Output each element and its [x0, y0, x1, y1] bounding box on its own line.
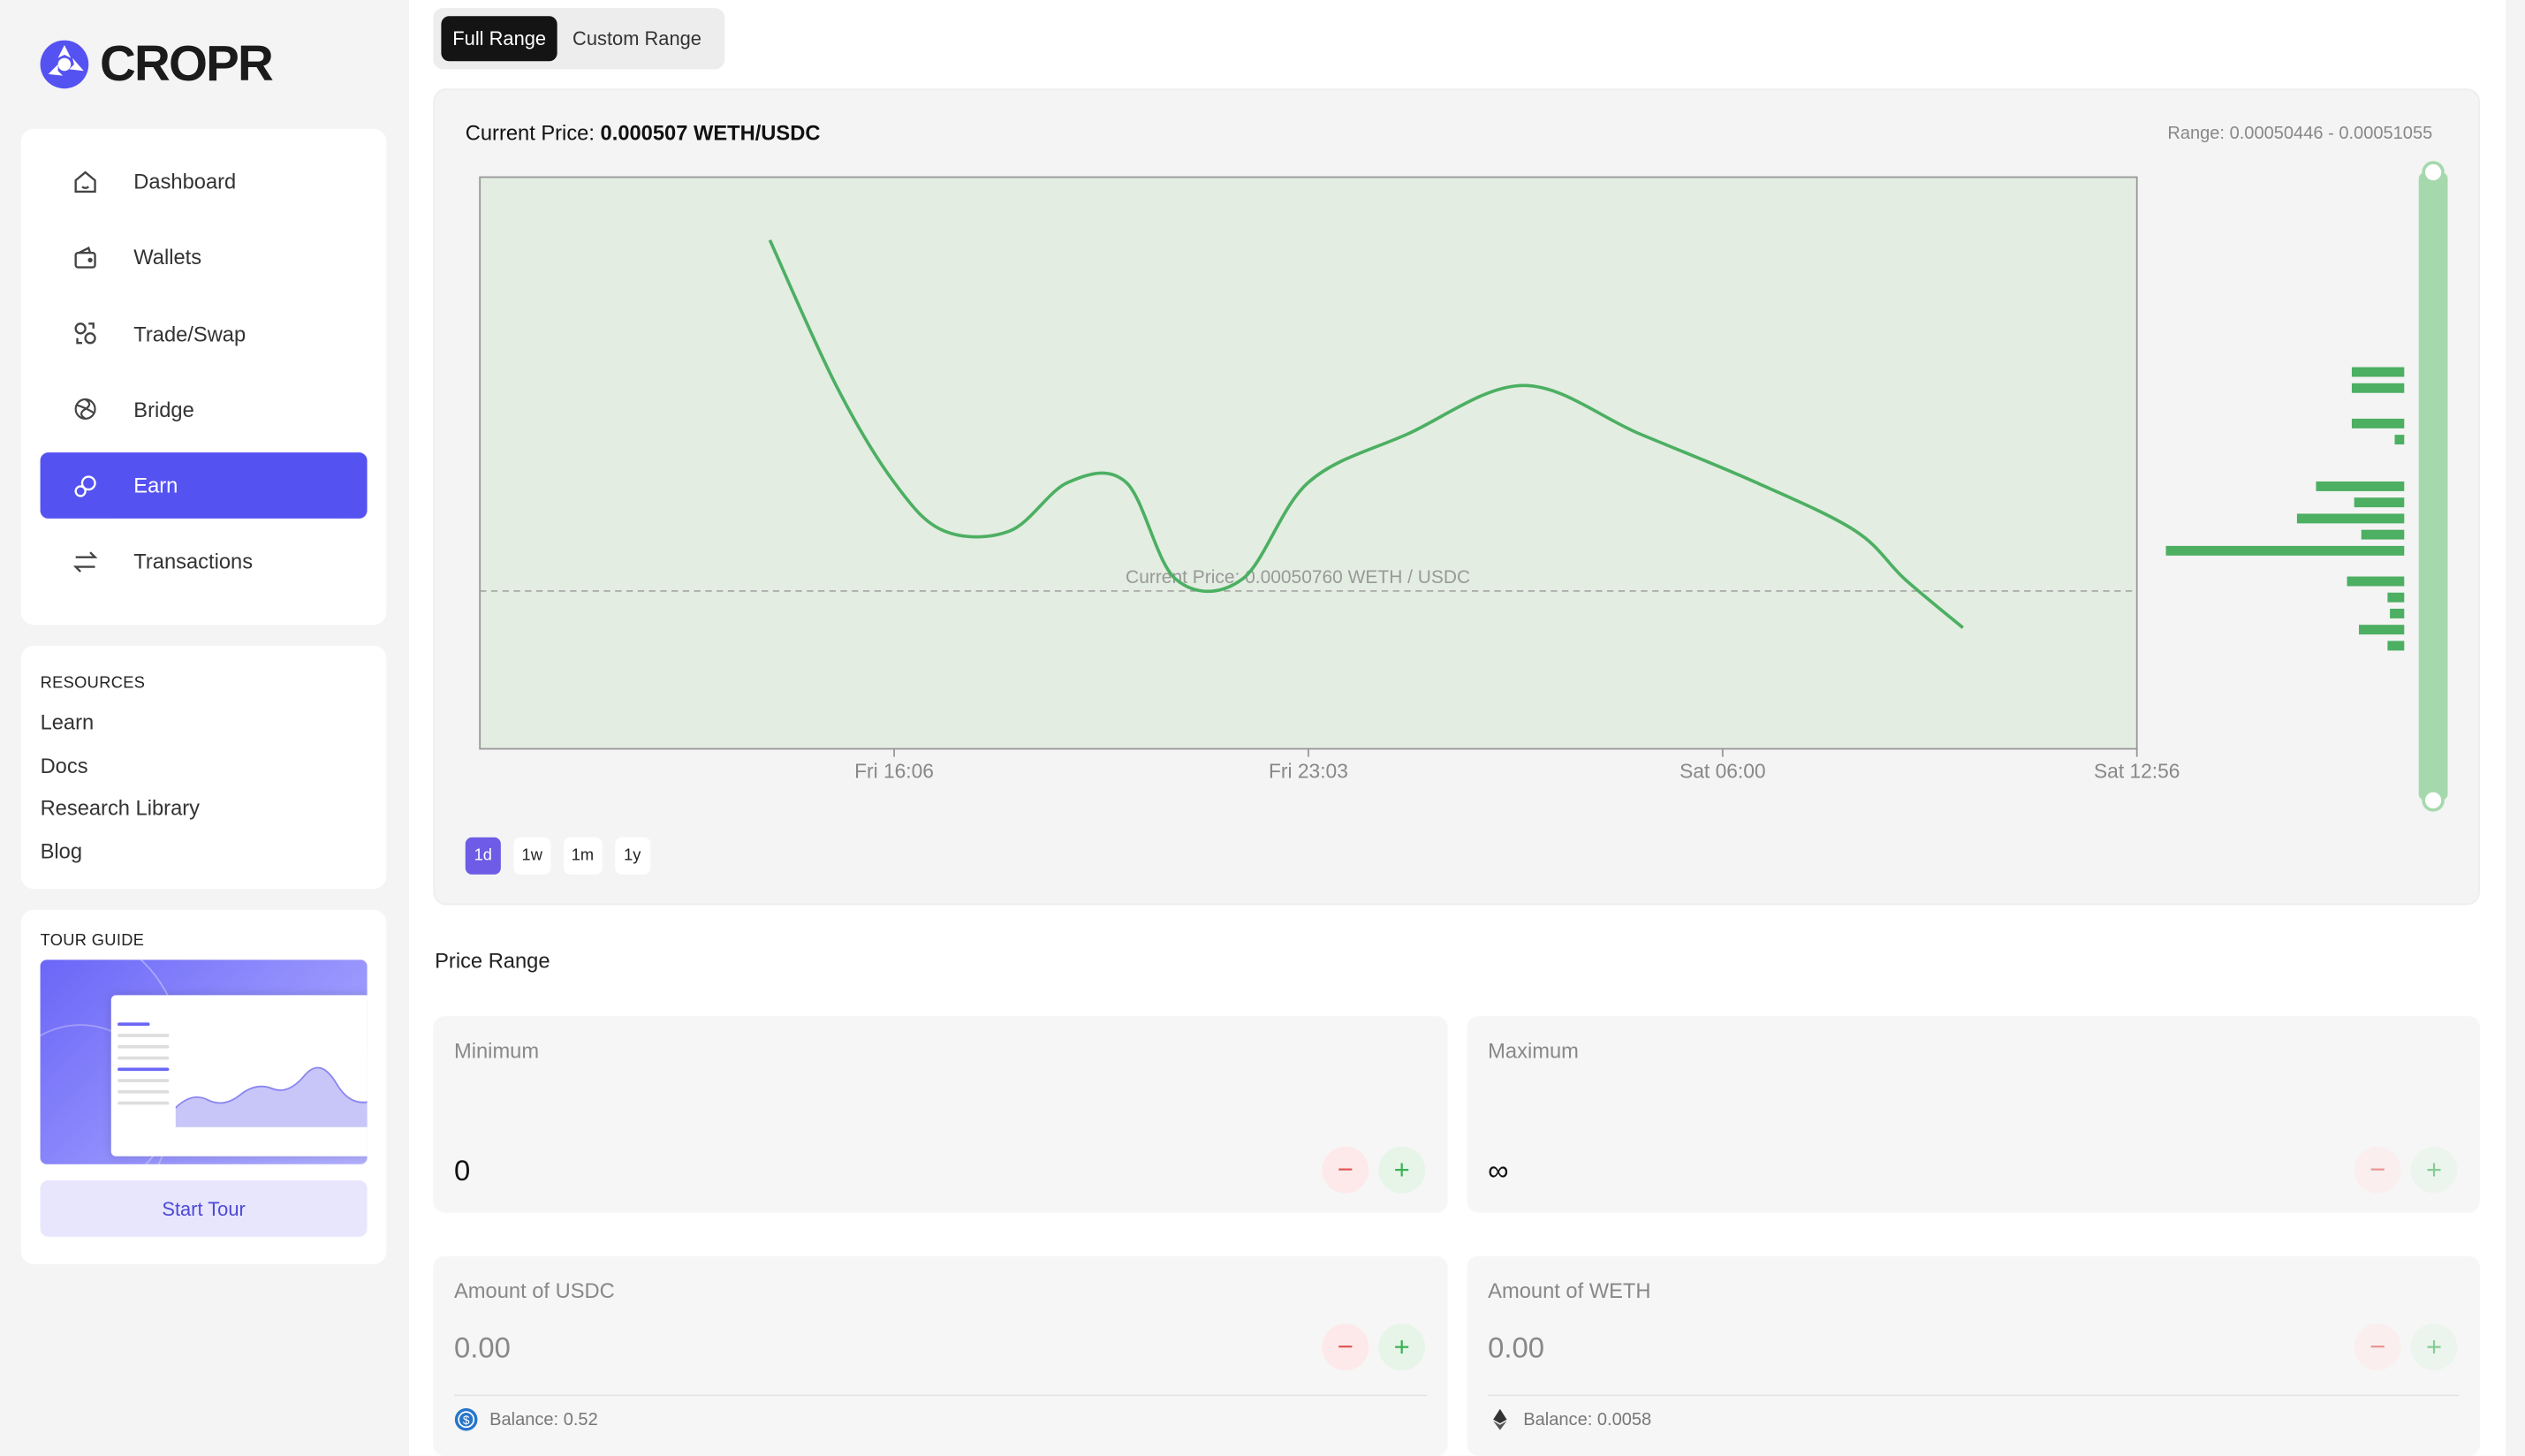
transactions-icon — [69, 546, 101, 578]
period-1y[interactable]: 1y — [614, 837, 650, 875]
maximum-label: Maximum — [1488, 1038, 1579, 1063]
minimum-increase-button[interactable]: + — [1378, 1146, 1426, 1194]
liquidity-bar — [2351, 367, 2405, 377]
minimum-decrease-button[interactable]: − — [1322, 1146, 1369, 1194]
sidebar-item-bridge[interactable]: Bridge — [41, 376, 368, 443]
svg-text:$: $ — [463, 1414, 470, 1427]
range-label: Range: 0.00050446 - 0.00051055 — [2167, 124, 2433, 144]
resource-link-blog[interactable]: Blog — [41, 830, 368, 873]
range-slider-bottom-handle — [2422, 789, 2445, 812]
usdc-increase-button[interactable]: + — [1378, 1323, 1426, 1371]
sidebar-item-label: Earn — [133, 474, 178, 498]
price-range-title: Price Range — [435, 948, 550, 973]
price-chart: Current Price: 0.00050760 WETH / USDC Fr… — [479, 161, 2448, 812]
period-1w[interactable]: 1w — [513, 837, 550, 875]
resource-link-docs[interactable]: Docs — [41, 745, 368, 787]
amount-usdc-input[interactable]: 0.00 — [454, 1331, 511, 1365]
weth-decrease-button[interactable]: − — [2354, 1323, 2401, 1371]
chart-plot-area — [479, 176, 2138, 750]
period-selector: 1d 1w 1m 1y — [465, 837, 650, 875]
maximum-field: Maximum ∞ − + — [1467, 1016, 2480, 1213]
amount-usdc-label: Amount of USDC — [454, 1278, 615, 1303]
liquidity-bar — [2354, 497, 2405, 508]
sidebar-item-label: Transactions — [133, 550, 254, 574]
usdc-icon: $ — [454, 1407, 478, 1431]
x-axis-tick-label: Sat 12:56 — [2094, 759, 2180, 782]
weth-increase-button[interactable]: + — [2410, 1323, 2458, 1371]
x-axis-tick-label: Fri 23:03 — [1269, 759, 1348, 782]
sidebar-item-trade-swap[interactable]: Trade/Swap — [41, 300, 368, 367]
range-slider-top-handle — [2422, 161, 2445, 184]
liquidity-bar — [2387, 592, 2405, 603]
amount-usdc-field: Amount of USDC 0.00 − + $ Balance: 0.52 — [433, 1255, 1448, 1456]
range-toggle: Full Range Custom Range — [433, 8, 725, 70]
cropr-logo-icon — [40, 40, 89, 89]
liquidity-bar — [2351, 383, 2405, 393]
x-axis-tick-label: Fri 16:06 — [854, 759, 934, 782]
sidebar-item-label: Wallets — [133, 245, 202, 269]
start-tour-button[interactable]: Start Tour — [40, 1180, 368, 1237]
resource-link-research-library[interactable]: Research Library — [41, 787, 368, 830]
weth-balance: Balance: 0.0058 — [1488, 1407, 1651, 1431]
swap-icon — [69, 317, 101, 349]
earn-icon — [69, 470, 101, 502]
sidebar-item-earn[interactable]: Earn — [40, 452, 368, 519]
x-axis-tick-label: Sat 06:00 — [1680, 759, 1765, 782]
usdc-balance-text: Balance: 0.52 — [489, 1409, 598, 1429]
liquidity-bar — [2351, 418, 2405, 428]
tour-guide-card: TOUR GUIDE Start Tour — [20, 909, 387, 1264]
resources-card: RESOURCES Learn Docs Research Library Bl… — [20, 645, 387, 890]
minimum-label: Minimum — [454, 1038, 540, 1063]
sidebar: CROPR Dashboard Wallets Trade/Swap Bridg… — [0, 0, 409, 1456]
maximum-value[interactable]: ∞ — [1488, 1155, 1508, 1188]
home-icon — [69, 165, 101, 197]
liquidity-bar — [2361, 529, 2405, 540]
tour-preview-image — [40, 959, 368, 1164]
full-range-tab[interactable]: Full Range — [441, 16, 557, 62]
brand-logo[interactable]: CROPR — [39, 35, 274, 94]
period-1m[interactable]: 1m — [563, 837, 603, 875]
amount-weth-field: Amount of WETH 0.00 − + Balance: 0.0058 — [1467, 1255, 2480, 1456]
usdc-decrease-button[interactable]: − — [1322, 1323, 1369, 1371]
resources-title: RESOURCES — [40, 674, 146, 693]
brand-name: CROPR — [100, 35, 274, 92]
sidebar-item-label: Dashboard — [133, 169, 237, 193]
reference-line-label: Current Price: 0.00050760 WETH / USDC — [1126, 567, 1470, 588]
nav-card: Dashboard Wallets Trade/Swap Bridge Earn… — [20, 128, 387, 626]
weth-balance-text: Balance: 0.0058 — [1523, 1409, 1652, 1429]
wallet-icon — [69, 241, 101, 273]
maximum-increase-button[interactable]: + — [2410, 1146, 2458, 1194]
amount-weth-input[interactable]: 0.00 — [1488, 1331, 1544, 1365]
minimum-field: Minimum 0 − + — [433, 1016, 1448, 1213]
usdc-balance: $ Balance: 0.52 — [454, 1407, 598, 1431]
tour-guide-title: TOUR GUIDE — [40, 932, 145, 951]
custom-range-tab[interactable]: Custom Range — [557, 16, 717, 61]
sidebar-item-label: Bridge — [133, 398, 194, 422]
current-price-value: 0.000507 WETH/USDC — [600, 120, 821, 146]
maximum-decrease-button[interactable]: − — [2354, 1146, 2401, 1194]
liquidity-bar — [2347, 576, 2405, 587]
liquidity-bar — [2387, 641, 2405, 651]
liquidity-bar — [2394, 435, 2405, 445]
sidebar-item-wallets[interactable]: Wallets — [41, 224, 368, 291]
ethereum-icon — [1493, 1408, 1507, 1430]
minimum-value[interactable]: 0 — [454, 1155, 470, 1188]
current-price-prefix: Current Price: — [465, 120, 595, 146]
liquidity-bar — [2316, 481, 2405, 491]
bridge-icon — [69, 393, 101, 425]
range-slider-track — [2418, 172, 2448, 800]
sidebar-item-dashboard[interactable]: Dashboard — [41, 148, 368, 215]
sidebar-item-transactions[interactable]: Transactions — [41, 529, 368, 595]
liquidity-bar — [2359, 625, 2405, 635]
period-1d[interactable]: 1d — [465, 837, 501, 875]
amount-weth-label: Amount of WETH — [1488, 1278, 1651, 1303]
liquidity-bar — [2296, 513, 2405, 524]
sidebar-item-label: Trade/Swap — [133, 321, 246, 346]
liquidity-bar — [2390, 608, 2405, 618]
liquidity-bar — [2165, 545, 2405, 556]
current-price-header: Current Price: 0.000507 WETH/USDC — [466, 121, 821, 145]
divider — [1488, 1394, 2460, 1397]
divider — [454, 1394, 1427, 1397]
resource-link-learn[interactable]: Learn — [41, 702, 368, 745]
